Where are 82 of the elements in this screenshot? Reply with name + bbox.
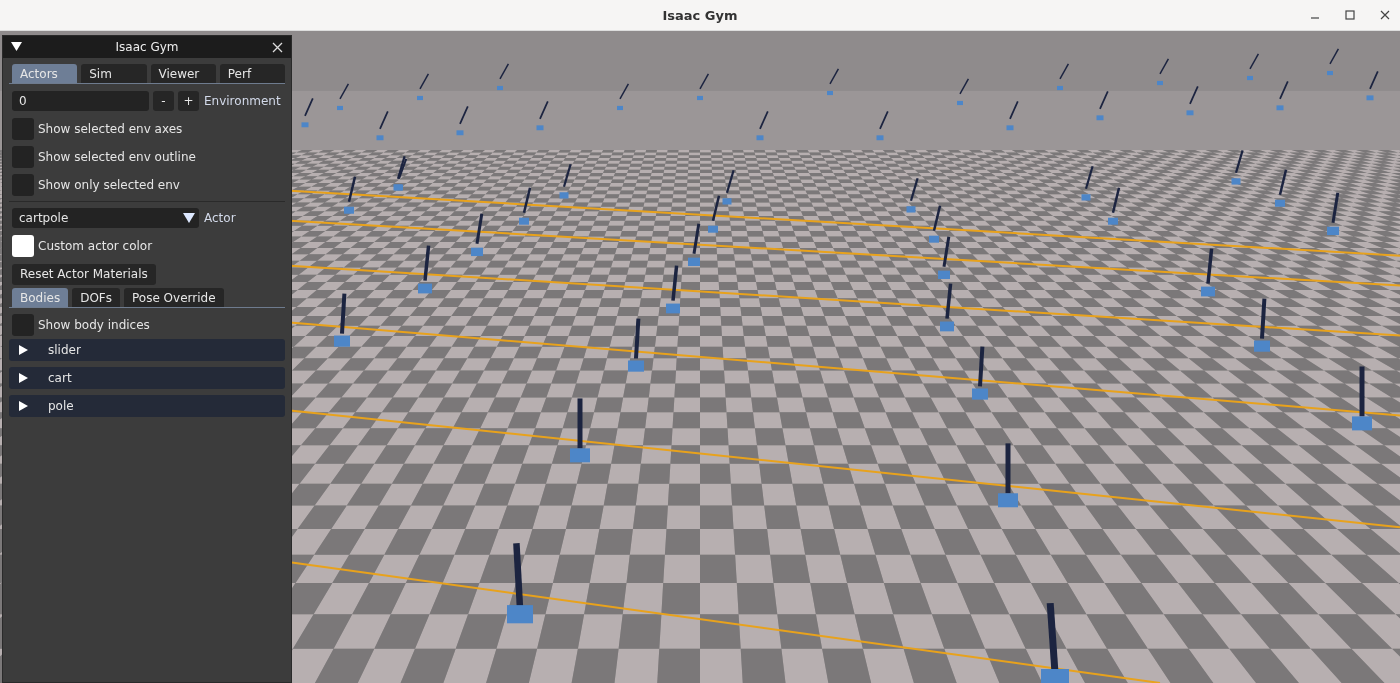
cartpole-drawing — [617, 83, 630, 111]
expand-arrow-icon[interactable] — [19, 401, 28, 411]
checkbox-label: Show body indices — [38, 318, 150, 332]
cartpole-drawing — [1081, 165, 1094, 201]
tree-node[interactable]: pole — [9, 395, 285, 417]
cartpole-drawing — [1057, 63, 1070, 91]
cartpole-drawing — [1275, 169, 1288, 207]
cartpole-drawing — [1247, 53, 1260, 81]
collapse-toggle-icon[interactable] — [11, 42, 22, 52]
tab[interactable]: Sim — [81, 64, 147, 83]
tree-node[interactable]: cart — [9, 367, 285, 389]
tree-node[interactable]: slider — [9, 339, 285, 361]
field-label: Environment — [204, 94, 281, 108]
cartpole-drawing — [570, 398, 590, 463]
checkbox-label: Show selected env axes — [38, 122, 183, 136]
cartpole-drawing — [972, 346, 988, 400]
cartpole-drawing — [519, 187, 532, 225]
checkbox[interactable] — [12, 314, 34, 336]
cartpole-drawing — [1157, 58, 1170, 86]
cartpole-drawing — [418, 245, 432, 294]
expand-arrow-icon[interactable] — [19, 345, 28, 355]
cartpole-drawing — [957, 78, 970, 106]
cartpole-drawing — [471, 213, 484, 257]
cartpole-drawing — [417, 73, 430, 101]
cartpole-drawing — [929, 205, 942, 243]
dropdown-arrow-icon[interactable] — [183, 213, 195, 223]
tab[interactable]: Viewer — [150, 64, 216, 83]
actor-dropdown[interactable]: cartpole — [12, 208, 199, 228]
panel-title: Isaac Gym — [114, 40, 180, 54]
cartpole-drawing — [906, 177, 919, 213]
cartpole-drawing — [666, 265, 680, 314]
close-icon[interactable] — [1380, 10, 1390, 20]
cartpole-drawing — [722, 169, 735, 205]
cartpole-drawing — [1366, 70, 1379, 101]
cartpole-drawing — [1231, 150, 1244, 185]
tab[interactable]: Pose Override — [124, 288, 224, 307]
cartpole-drawing — [1327, 48, 1340, 76]
cartpole-drawing — [708, 195, 721, 233]
cartpole-drawing — [337, 83, 350, 111]
cartpole-drawing — [697, 73, 710, 101]
cartpole-drawing — [1186, 85, 1199, 116]
cartpole-drawing — [1006, 100, 1019, 131]
checkbox-label: Show selected env outline — [38, 150, 196, 164]
cartpole-drawing — [940, 283, 954, 332]
checkbox[interactable] — [12, 118, 34, 140]
cartpole-drawing — [827, 68, 840, 96]
maximize-icon[interactable] — [1345, 10, 1355, 20]
increment-button[interactable]: + — [178, 91, 199, 111]
environment-input[interactable]: 0 — [12, 91, 149, 111]
cartpole-drawing — [1352, 366, 1372, 431]
expand-arrow-icon[interactable] — [19, 373, 28, 383]
cartpole-drawing — [938, 236, 951, 279]
checkbox[interactable] — [12, 146, 34, 168]
cartpole-drawing — [536, 100, 549, 131]
cartpole-drawing — [497, 63, 510, 91]
color-swatch[interactable] — [12, 235, 34, 257]
tab[interactable]: DOFs — [72, 288, 120, 307]
checkbox[interactable] — [12, 174, 34, 196]
checkbox-label: Custom actor color — [38, 239, 153, 253]
reset-materials-button[interactable]: Reset Actor Materials — [12, 263, 156, 285]
cartpole-drawing — [1201, 248, 1215, 297]
window-title: Isaac Gym — [662, 7, 738, 23]
decrement-button[interactable]: - — [153, 91, 174, 111]
cartpole-drawing — [456, 105, 469, 136]
cartpole-drawing — [998, 443, 1018, 508]
cartpole-drawing — [1327, 192, 1340, 236]
cartpole-drawing — [301, 97, 314, 128]
cartpole-drawing — [1276, 80, 1289, 111]
cartpole-drawing — [688, 223, 701, 267]
cartpole-drawing — [1108, 187, 1121, 225]
field-label: Actor — [204, 211, 236, 225]
cartpole-drawing — [559, 164, 572, 199]
cartpole-drawing — [1254, 298, 1270, 352]
cartpole-drawing — [334, 293, 350, 347]
cartpole-drawing — [756, 110, 769, 141]
cartpole-drawing — [344, 176, 357, 214]
cartpole-drawing — [1096, 90, 1109, 121]
cartpole-drawing — [376, 110, 389, 141]
cartpole-drawing — [876, 110, 889, 141]
checkbox-label: Show only selected env — [38, 178, 180, 192]
tab[interactable]: Perf — [219, 64, 285, 83]
cartpole-drawing — [628, 318, 644, 372]
